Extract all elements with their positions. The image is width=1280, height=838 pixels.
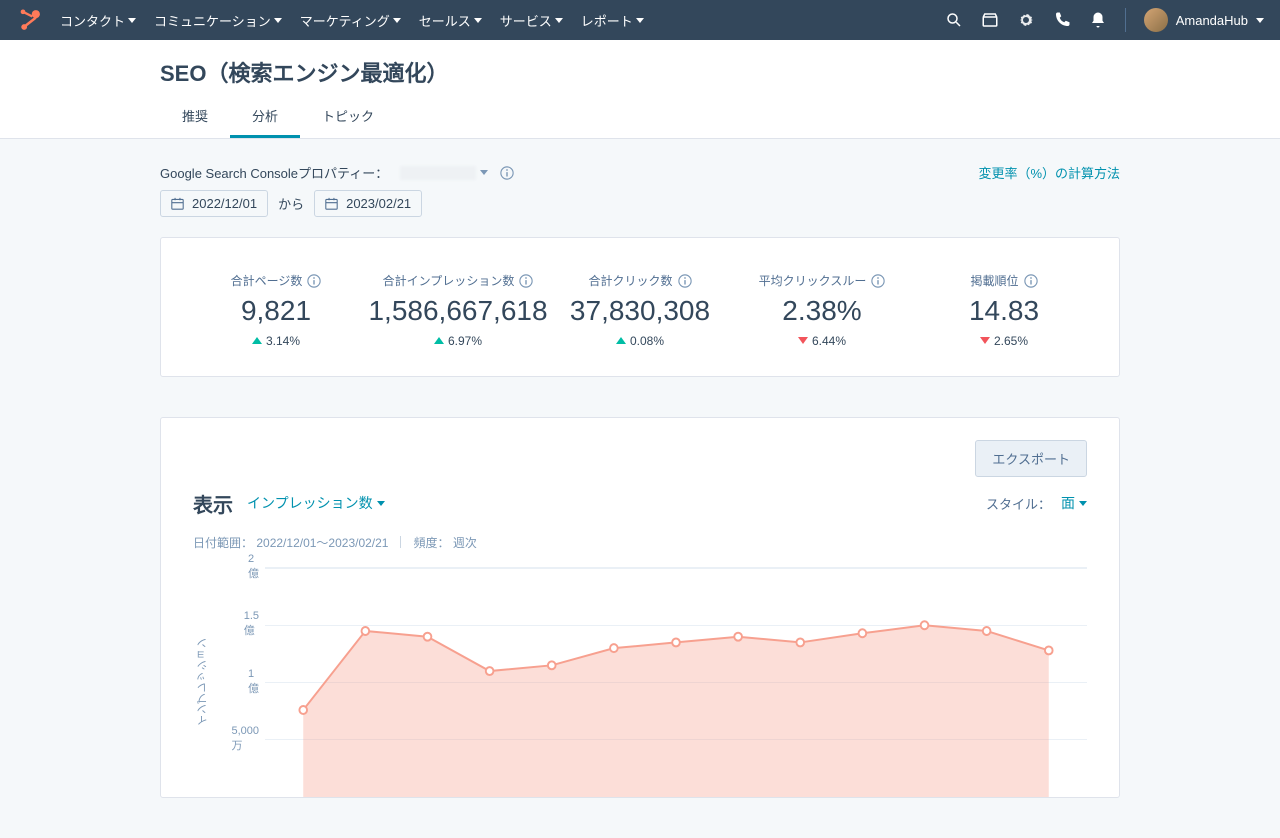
metric: 合計クリック数 37,830,308 0.08%	[549, 272, 731, 348]
info-icon[interactable]	[871, 274, 885, 288]
calendar-icon	[171, 197, 184, 210]
metric: 平均クリックスルー 2.38% 6.44%	[731, 272, 913, 348]
chart-series-select[interactable]: インプレッション数	[247, 493, 385, 513]
bell-icon[interactable]	[1089, 11, 1107, 29]
style-label: スタイル：	[986, 494, 1051, 513]
hubspot-logo[interactable]	[16, 6, 44, 34]
metric-delta: 2.65%	[980, 334, 1028, 348]
info-icon[interactable]	[307, 274, 321, 288]
info-icon[interactable]	[500, 166, 514, 180]
chart-style-select[interactable]: 面	[1061, 493, 1087, 513]
tab-analytics[interactable]: 分析	[230, 94, 300, 138]
chart-header: 表示 インプレッション数 スタイル： 面	[193, 489, 1087, 518]
chart-area: インプレッション 2億1.5億1億5,000万	[193, 567, 1087, 797]
chart-card: エクスポート 表示 インプレッション数 スタイル： 面 日付範囲： 2022/1…	[160, 417, 1120, 798]
arrow-up-icon	[252, 337, 262, 344]
metric-value: 1,586,667,618	[367, 295, 549, 327]
y-axis-label: インプレッション	[193, 567, 213, 797]
chart-header-left: 表示 インプレッション数	[193, 489, 385, 518]
metric-value: 14.83	[913, 295, 1095, 327]
metric: 合計インプレッション数 1,586,667,618 6.97%	[367, 272, 549, 348]
page-header: SEO（検索エンジン最適化） 推奨 分析 トピック	[0, 40, 1280, 139]
metric: 合計ページ数 9,821 3.14%	[185, 272, 367, 348]
nav-marketing[interactable]: マーケティング	[300, 11, 401, 30]
property-value-redacted	[400, 166, 476, 180]
nav-communication[interactable]: コミュニケーション	[154, 11, 282, 30]
nav-service[interactable]: サービス	[500, 11, 563, 30]
nav-items: コンタクト コミュニケーション マーケティング セールス サービス レポート	[60, 11, 945, 30]
metric-label: 掲載順位	[970, 272, 1037, 289]
plot	[265, 567, 1087, 797]
info-icon[interactable]	[678, 274, 692, 288]
date-separator: から	[278, 194, 304, 213]
chart-toolbar: エクスポート	[193, 440, 1087, 477]
content: Google Search Consoleプロパティー： 変更率（%）の計算方法…	[0, 139, 1280, 838]
info-icon[interactable]	[519, 274, 533, 288]
metric-value: 2.38%	[731, 295, 913, 327]
nav-contacts[interactable]: コンタクト	[60, 11, 136, 30]
arrow-down-icon	[980, 337, 990, 344]
date-row: 2022/12/01 から 2023/02/21	[160, 190, 1120, 217]
metric-label: 合計インプレッション数	[383, 272, 534, 289]
phone-icon[interactable]	[1053, 11, 1071, 29]
filters-row: Google Search Consoleプロパティー： 変更率（%）の計算方法	[160, 163, 1120, 182]
chart-title: 表示	[193, 489, 233, 518]
avatar	[1144, 8, 1168, 32]
nav-divider	[1125, 8, 1126, 32]
arrow-up-icon	[616, 337, 626, 344]
chart-meta: 日付範囲： 2022/12/01～2023/02/21 頻度： 週次	[193, 534, 1087, 551]
y-ticks: 2億1.5億1億5,000万	[213, 567, 265, 797]
metrics-card: 合計ページ数 9,821 3.14% 合計インプレッション数 1,586,667,618…	[160, 237, 1120, 377]
info-icon[interactable]	[1024, 274, 1038, 288]
property-filter: Google Search Consoleプロパティー：	[160, 163, 514, 182]
arrow-up-icon	[434, 337, 444, 344]
chart-header-right: スタイル： 面	[986, 493, 1087, 513]
nav-right: AmandaHub	[945, 8, 1264, 32]
export-button[interactable]: エクスポート	[975, 440, 1087, 477]
user-menu[interactable]: AmandaHub	[1144, 8, 1264, 32]
property-label: Google Search Consoleプロパティー：	[160, 163, 388, 182]
top-nav: コンタクト コミュニケーション マーケティング セールス サービス レポート A…	[0, 0, 1280, 40]
page-title: SEO（検索エンジン最適化）	[160, 40, 1120, 94]
property-select[interactable]	[396, 164, 492, 182]
date-to-input[interactable]: 2023/02/21	[314, 190, 422, 217]
date-from-input[interactable]: 2022/12/01	[160, 190, 268, 217]
tabs: 推奨 分析 トピック	[160, 94, 1120, 138]
calendar-icon	[325, 197, 338, 210]
nav-reports[interactable]: レポート	[581, 11, 644, 30]
metric-delta: 3.14%	[252, 334, 300, 348]
arrow-down-icon	[798, 337, 808, 344]
metric-delta: 0.08%	[616, 334, 664, 348]
tab-recommendations[interactable]: 推奨	[160, 94, 230, 138]
tab-topics[interactable]: トピック	[300, 94, 396, 138]
settings-icon[interactable]	[1017, 11, 1035, 29]
username: AmandaHub	[1176, 13, 1248, 28]
metric-delta: 6.97%	[434, 334, 482, 348]
metric-value: 37,830,308	[549, 295, 731, 327]
metric-label: 合計クリック数	[588, 272, 691, 289]
metric-label: 合計ページ数	[231, 272, 322, 289]
metric: 掲載順位 14.83 2.65%	[913, 272, 1095, 348]
calc-method-link[interactable]: 変更率（%）の計算方法	[978, 163, 1120, 182]
marketplace-icon[interactable]	[981, 11, 999, 29]
metric-label: 平均クリックスルー	[759, 272, 886, 289]
area-chart	[265, 568, 1087, 797]
nav-sales[interactable]: セールス	[419, 11, 482, 30]
metric-delta: 6.44%	[798, 334, 846, 348]
metric-value: 9,821	[185, 295, 367, 327]
search-icon[interactable]	[945, 11, 963, 29]
